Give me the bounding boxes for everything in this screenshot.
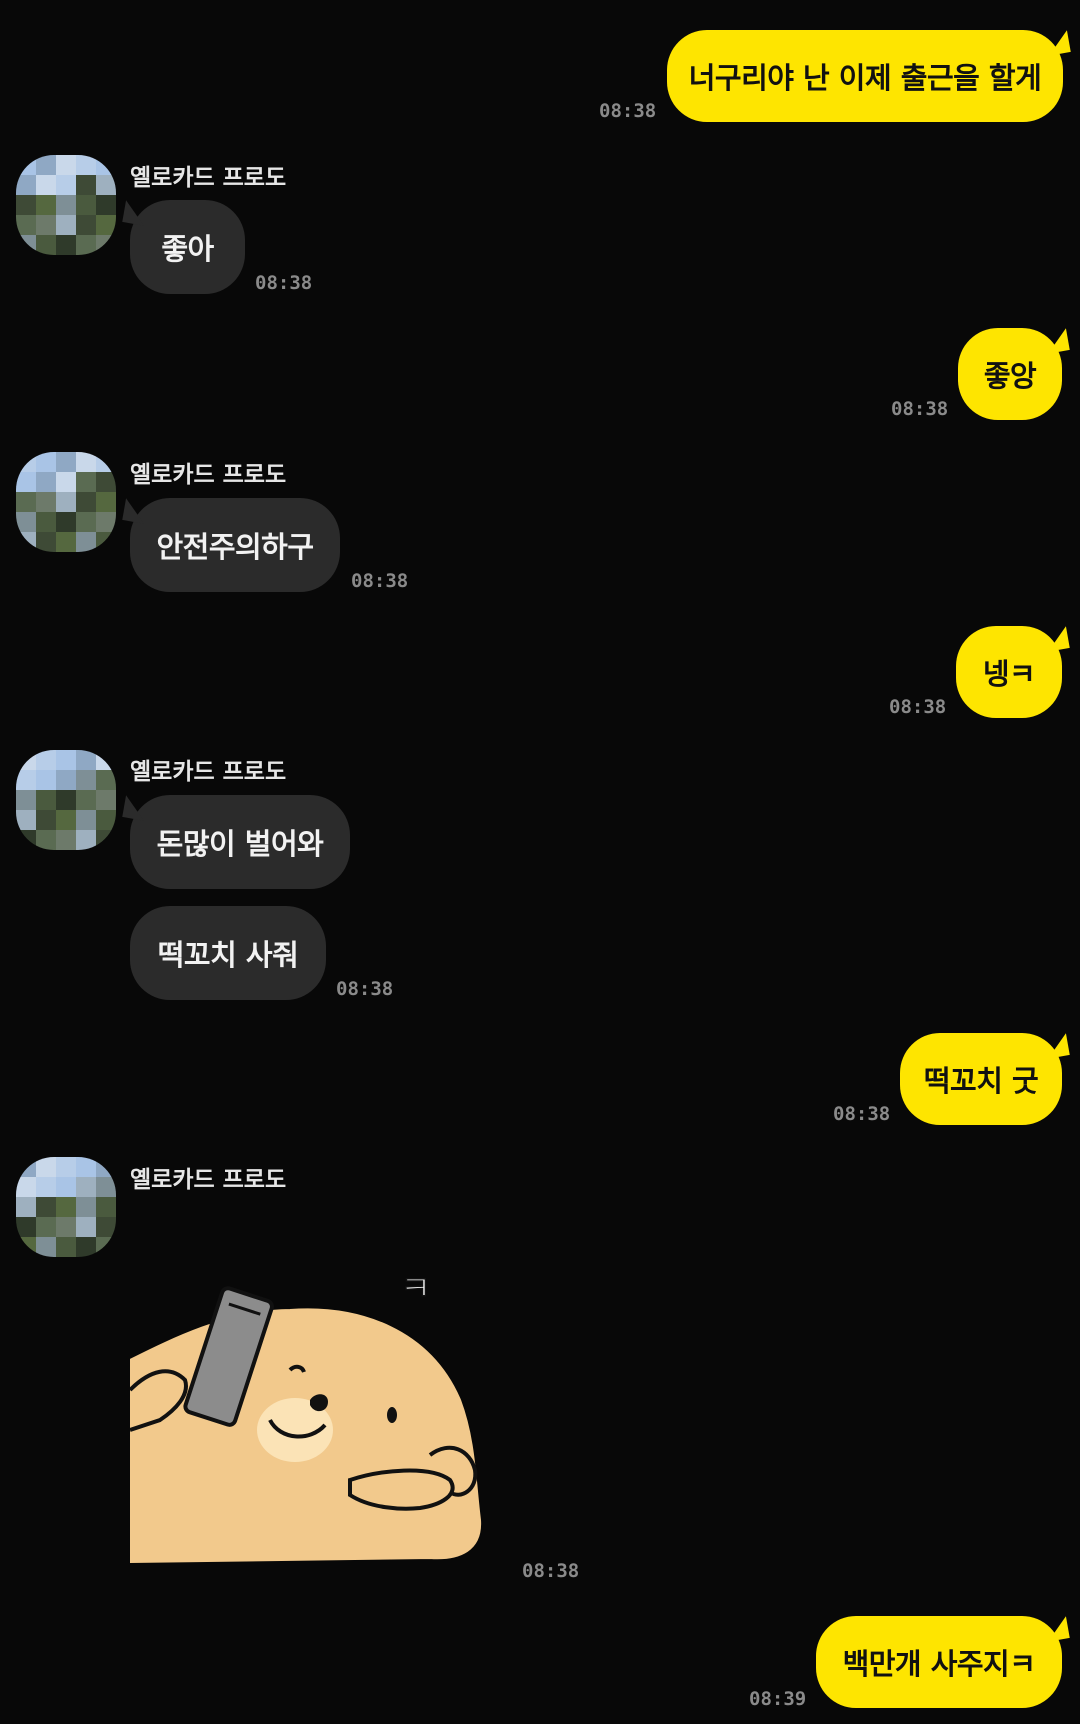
their-message-bubble[interactable]: 떡꼬치 사줘 (130, 906, 326, 1000)
message-text: 돈많이 벌어와 (156, 827, 324, 861)
contact-avatar[interactable] (16, 452, 116, 552)
contact-avatar[interactable] (16, 750, 116, 850)
message-time: 08:38 (336, 978, 394, 1000)
dog-sticker-icon: ㅋ (128, 1268, 482, 1564)
sticker-text: ㅋ (400, 1270, 431, 1309)
message-text: 떡꼬치 굿 (923, 1064, 1039, 1098)
message-text: 넹ㅋ (982, 657, 1036, 691)
their-message-bubble[interactable]: 안전주의하구 (130, 498, 340, 592)
message-text: 안전주의하구 (156, 530, 314, 564)
contact-name: 옐로카드 프로도 (130, 165, 287, 191)
message-text: 너구리야 난 이제 출근을 할게 (688, 61, 1042, 95)
contact-avatar[interactable] (16, 1157, 116, 1257)
contact-name: 옐로카드 프로도 (130, 759, 287, 785)
my-message-bubble[interactable]: 넹ㅋ (956, 626, 1062, 718)
message-text: 백만개 사주지ㅋ (842, 1647, 1036, 1681)
their-message-bubble[interactable]: 좋아 (130, 200, 245, 294)
message-time: 08:38 (833, 1103, 891, 1125)
contact-avatar[interactable] (16, 155, 116, 255)
message-time: 08:39 (749, 1688, 807, 1710)
contact-name: 옐로카드 프로도 (130, 462, 287, 488)
message-text: 좋아 (161, 232, 214, 266)
message-text: 떡꼬치 사줘 (157, 938, 299, 972)
contact-name: 옐로카드 프로도 (130, 1167, 287, 1193)
message-time: 08:38 (891, 398, 949, 420)
message-text: 좋앙 (983, 359, 1037, 393)
sticker-image[interactable]: ㅋ (128, 1268, 490, 1570)
message-time: 08:38 (889, 696, 947, 718)
their-message-bubble[interactable]: 돈많이 벌어와 (130, 795, 350, 889)
my-message-bubble[interactable]: 떡꼬치 굿 (900, 1033, 1062, 1125)
my-message-bubble[interactable]: 너구리야 난 이제 출근을 할게 (667, 30, 1063, 122)
message-time: 08:38 (255, 272, 313, 294)
message-time: 08:38 (599, 100, 657, 122)
my-message-bubble[interactable]: 좋앙 (958, 328, 1062, 420)
message-time: 08:38 (351, 570, 409, 592)
my-message-bubble[interactable]: 백만개 사주지ㅋ (816, 1616, 1062, 1708)
message-time: 08:38 (522, 1560, 580, 1582)
